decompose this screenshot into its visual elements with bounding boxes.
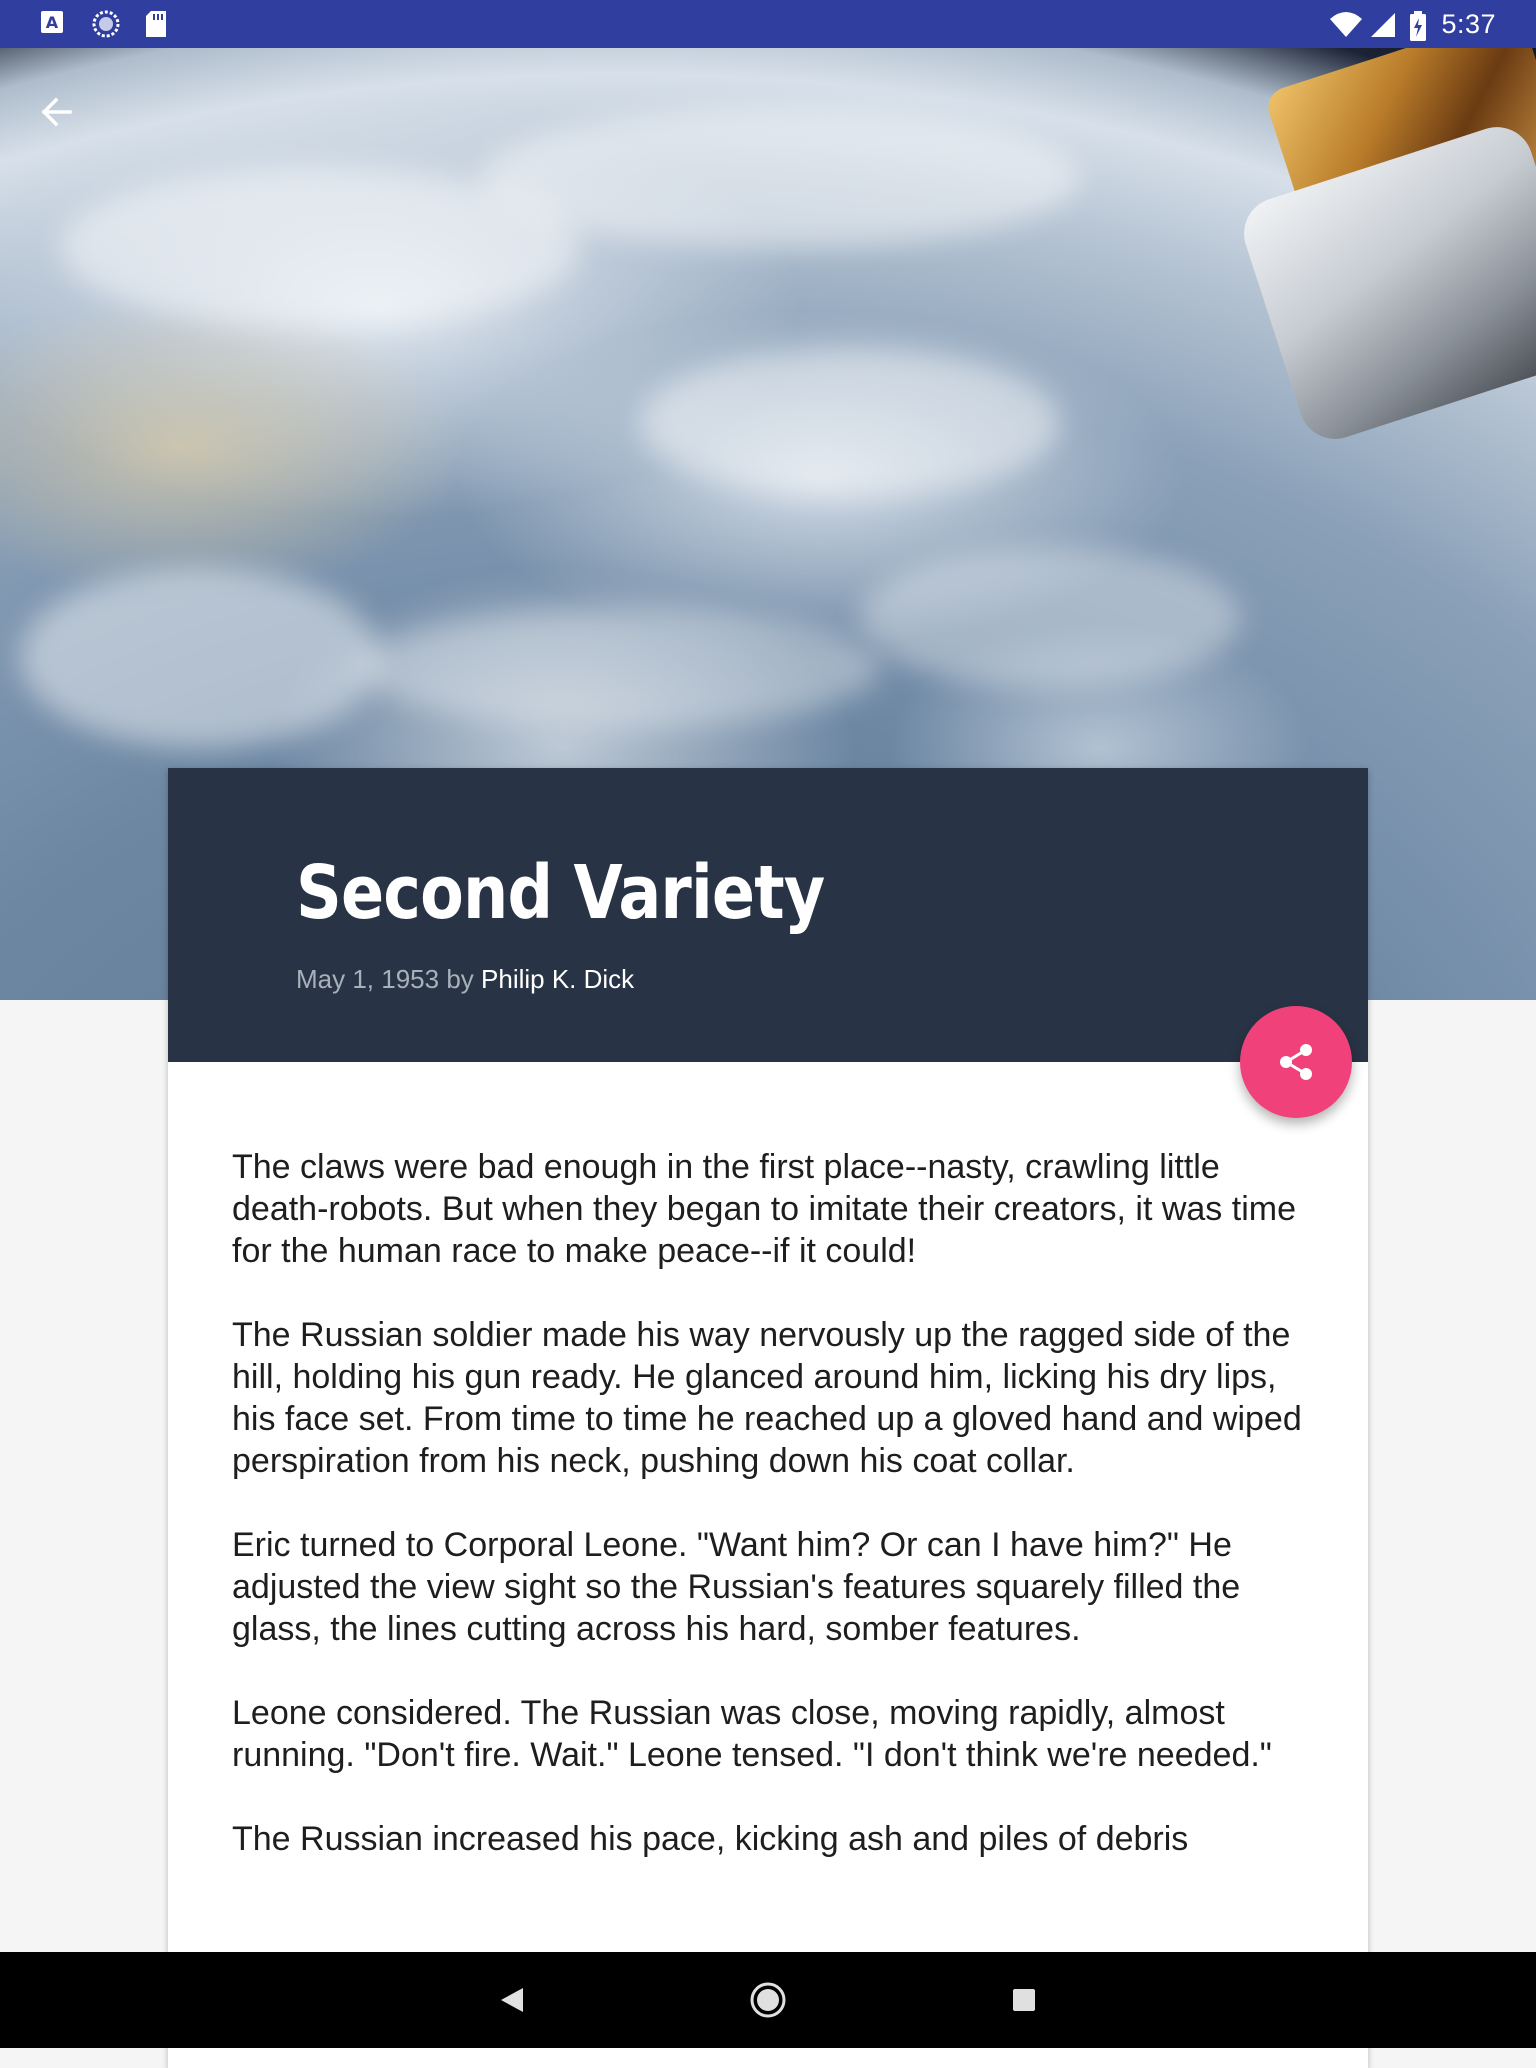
- status-bar: A 5:37: [0, 0, 1536, 48]
- battery-charging-icon: [1409, 11, 1427, 41]
- story-paragraph: The claws were bad enough in the first p…: [232, 1148, 1296, 1270]
- story-title: Second Variety: [296, 850, 825, 936]
- story-date: May 1, 1953 by: [296, 964, 474, 994]
- navigation-bar: [0, 1952, 1536, 2048]
- nav-recents-button[interactable]: [1000, 1976, 1048, 2024]
- back-button[interactable]: [28, 84, 84, 140]
- story-paragraph: The Russian soldier made his way nervous…: [232, 1316, 1302, 1480]
- home-circle-icon: [750, 1982, 786, 2018]
- nav-back-button[interactable]: [488, 1976, 536, 2024]
- recents-square-icon: [1013, 1989, 1035, 2011]
- story-header: Second Variety May 1, 1953 by Philip K. …: [168, 768, 1368, 1062]
- sd-card-icon: [144, 10, 170, 37]
- share-icon: [1280, 1044, 1312, 1080]
- arrow-back-icon: [41, 97, 72, 127]
- signal-icon: [1369, 11, 1396, 37]
- story-paragraph: The Russian increased his pace, kicking …: [232, 1820, 1189, 1858]
- a-icon: A: [40, 10, 66, 36]
- space-station-body: [1234, 117, 1536, 449]
- nav-home-button[interactable]: [744, 1976, 792, 2024]
- story-author: Philip K. Dick: [481, 964, 635, 994]
- story-paragraph: Eric turned to Corporal Leone. "Want him…: [232, 1526, 1241, 1648]
- back-triangle-icon: [501, 1988, 523, 2012]
- sync-icon: [92, 10, 120, 38]
- svg-text:A: A: [46, 13, 59, 32]
- story-card: Second Variety May 1, 1953 by Philip K. …: [168, 768, 1368, 2068]
- story-paragraph: Leone considered. The Russian was close,…: [232, 1694, 1272, 1774]
- wifi-icon: [1329, 11, 1363, 37]
- clock: 5:37: [1441, 9, 1496, 39]
- story-body: The claws were bad enough in the first p…: [232, 1146, 1322, 1902]
- story-meta: May 1, 1953 by Philip K. Dick: [296, 962, 634, 996]
- share-button[interactable]: [1240, 1006, 1352, 1118]
